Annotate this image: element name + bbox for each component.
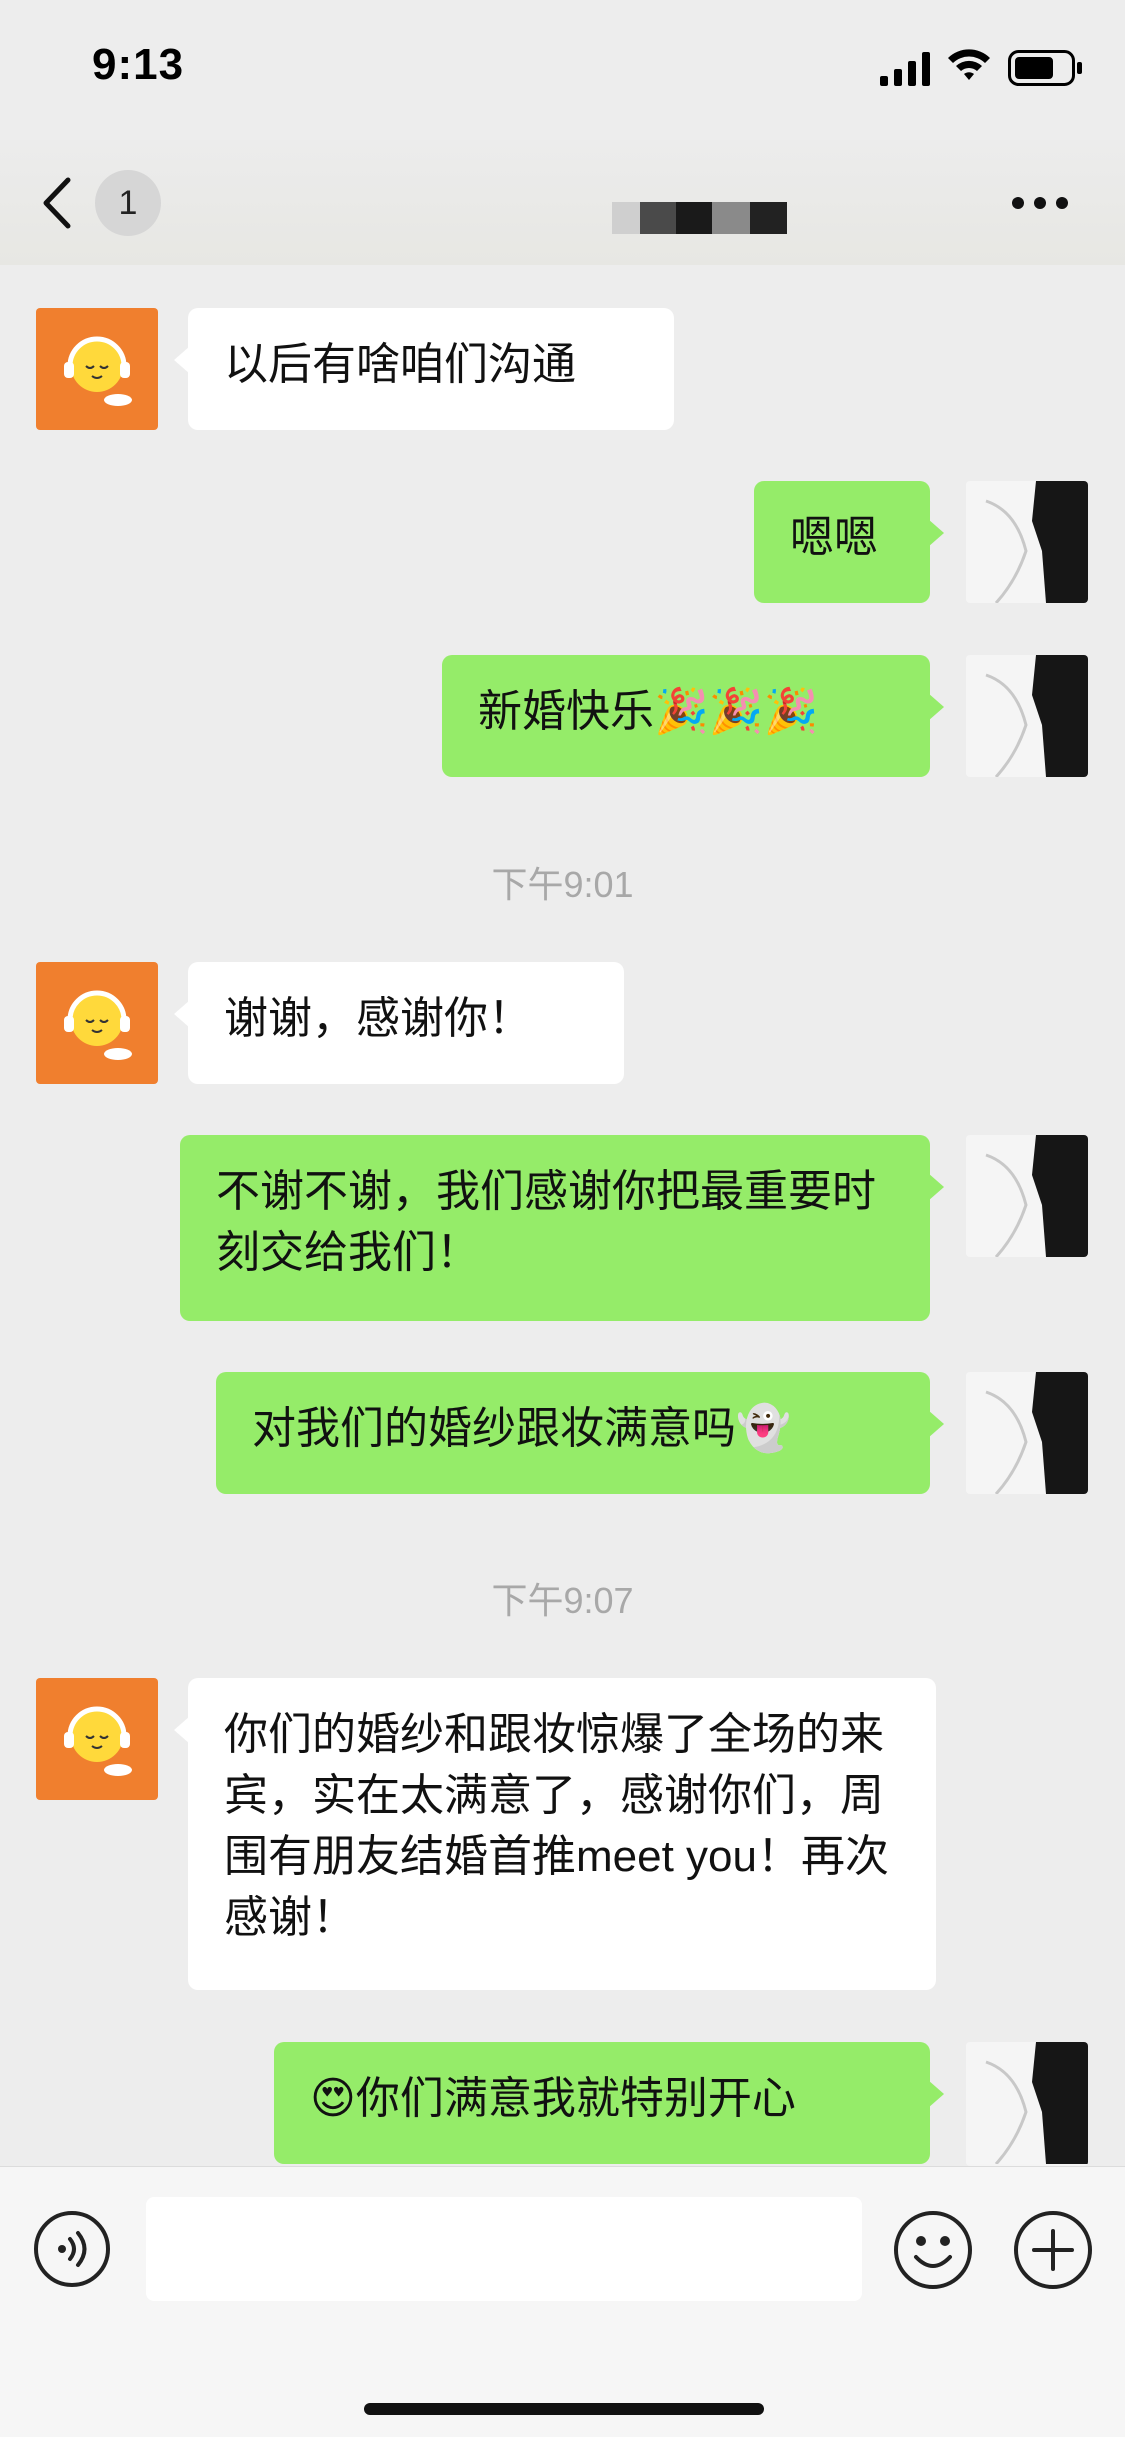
sun-avatar-icon <box>64 336 132 406</box>
my-avatar[interactable] <box>966 1372 1088 1494</box>
my-avatar[interactable] <box>966 2042 1088 2166</box>
emoji-icon[interactable] <box>892 2209 974 2291</box>
message-bubble-received[interactable]: 你们的婚纱和跟妆惊爆了全场的来宾，实在太满意了，感谢你们，周围有朋友结婚首推me… <box>174 1678 936 1990</box>
contact-name-redacted <box>612 202 787 234</box>
unread-badge: 1 <box>95 170 161 236</box>
sun-avatar-icon <box>64 1706 132 1776</box>
contact-avatar[interactable] <box>36 962 158 1084</box>
message-bubble-sent[interactable]: 对我们的婚纱跟妆满意吗👻 <box>216 1372 944 1494</box>
signal-icon <box>880 52 930 86</box>
chat-header: 1 <box>0 140 1125 265</box>
portrait-avatar-icon <box>966 1372 1088 1494</box>
message-bubble-received[interactable]: 以后有啥咱们沟通 <box>174 308 674 430</box>
message-bubble-received[interactable]: 谢谢，感谢你！ <box>174 962 624 1084</box>
timestamp: 下午9:07 <box>491 1580 634 1621</box>
my-avatar[interactable] <box>966 1135 1088 1257</box>
message-input[interactable] <box>146 2197 862 2301</box>
sun-avatar-icon <box>64 990 132 1060</box>
input-bar <box>0 2166 1125 2437</box>
message-bubble-sent[interactable]: 😍你们满意我就特别开心 <box>274 2042 944 2164</box>
message-bubble-sent[interactable]: 新婚快乐🎉🎉🎉 <box>442 655 944 777</box>
back-button[interactable]: 1 <box>40 170 200 236</box>
status-time: 9:13 <box>92 40 185 89</box>
message-bubble-sent[interactable]: 不谢不谢，我们感谢你把最重要时刻交给我们！ <box>180 1135 944 1321</box>
contact-avatar[interactable] <box>36 1678 158 1800</box>
portrait-avatar-icon <box>966 1135 1088 1257</box>
plus-icon[interactable] <box>1012 2209 1094 2291</box>
status-bar: 9:13 <box>0 0 1125 140</box>
message-bubble-sent[interactable]: 嗯嗯 <box>754 481 944 603</box>
more-icon[interactable] <box>1010 188 1070 218</box>
battery-icon <box>1008 50 1082 86</box>
portrait-avatar-icon <box>966 655 1088 777</box>
my-avatar[interactable] <box>966 481 1088 603</box>
timestamp: 下午9:01 <box>491 864 634 905</box>
home-indicator <box>364 2403 764 2415</box>
portrait-avatar-icon <box>966 481 1088 603</box>
my-avatar[interactable] <box>966 655 1088 777</box>
portrait-avatar-icon <box>966 2042 1088 2166</box>
back-chevron-icon <box>43 177 71 229</box>
wifi-icon <box>948 49 990 80</box>
contact-avatar[interactable] <box>36 308 158 430</box>
voice-icon[interactable] <box>32 2209 112 2289</box>
